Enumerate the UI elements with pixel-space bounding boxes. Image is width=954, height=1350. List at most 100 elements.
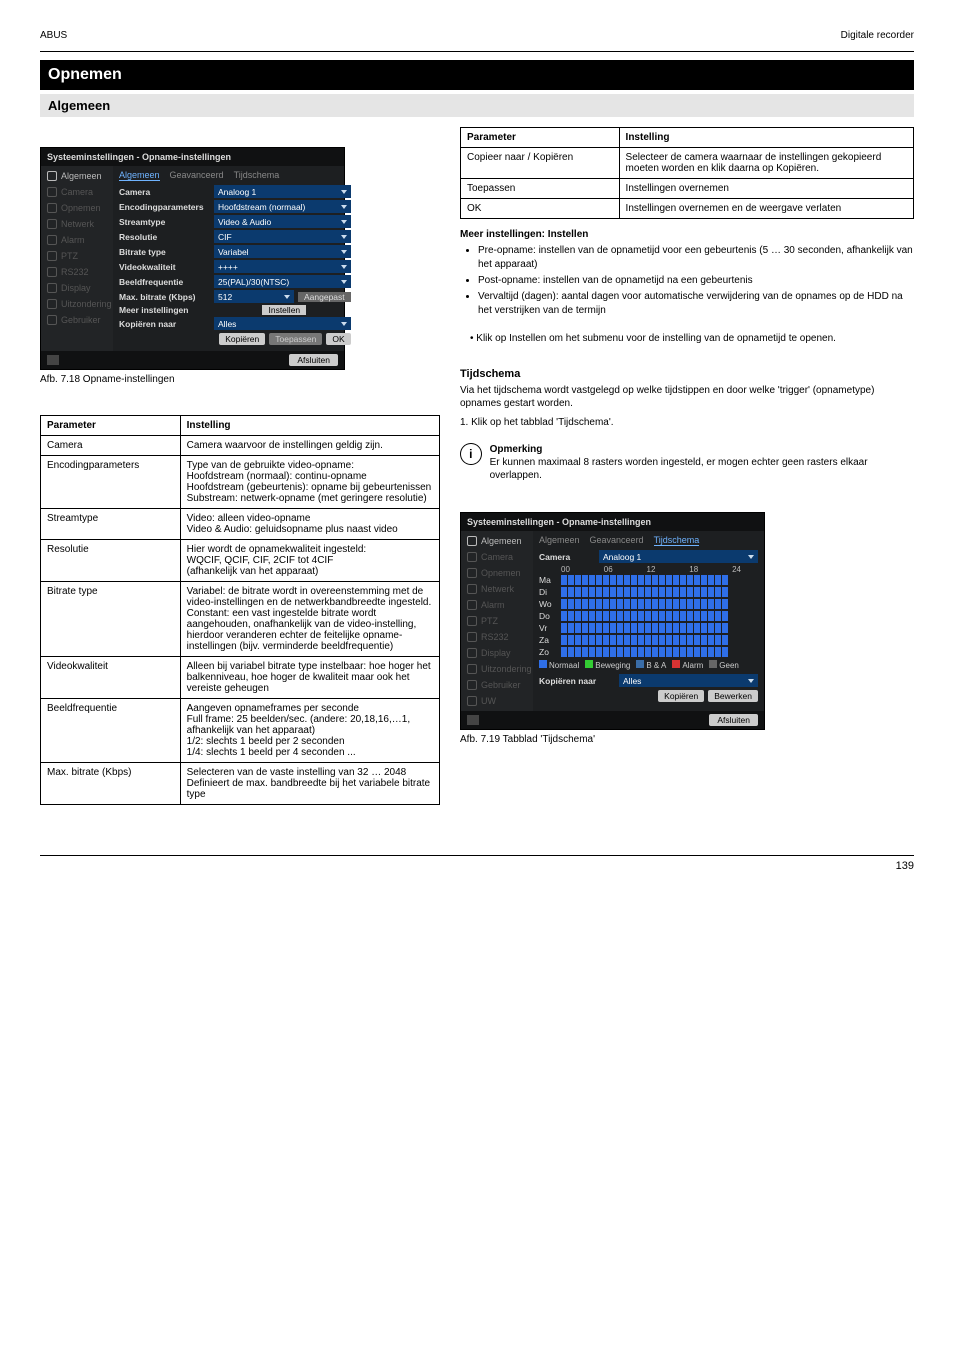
schedule-cell[interactable] <box>575 647 582 657</box>
schedule-cell[interactable] <box>694 611 701 621</box>
schedule-cell[interactable] <box>645 599 652 609</box>
schedule-cell[interactable] <box>673 575 680 585</box>
schedule-cell[interactable] <box>610 635 617 645</box>
schedule-cell[interactable] <box>617 575 624 585</box>
schedule-cell[interactable] <box>561 587 568 597</box>
schedule-cell[interactable] <box>645 611 652 621</box>
schedule-cell[interactable] <box>715 599 722 609</box>
schedule-cell[interactable] <box>708 647 715 657</box>
schedule-cell[interactable] <box>603 575 610 585</box>
schedule-cell[interactable] <box>617 623 624 633</box>
schedule-cell[interactable] <box>659 587 666 597</box>
apply-button[interactable]: Toepassen <box>269 333 322 345</box>
schedule-cell[interactable] <box>673 599 680 609</box>
schedule-cell[interactable] <box>610 623 617 633</box>
schedule-cell[interactable] <box>687 599 694 609</box>
schedule-grid[interactable]: MaDiWoDoVrZaZo <box>539 575 758 657</box>
select-streamtype[interactable]: Video & Audio <box>214 215 351 228</box>
schedule-cell[interactable] <box>666 647 673 657</box>
schedule-cell[interactable] <box>652 611 659 621</box>
schedule-cell[interactable] <box>631 611 638 621</box>
select-encoding[interactable]: Hoofdstream (normaal) <box>214 200 351 213</box>
schedule-cell[interactable] <box>610 599 617 609</box>
schedule-cell[interactable] <box>722 587 729 597</box>
sidebar-item[interactable]: Display <box>41 280 113 296</box>
schedule-cell[interactable] <box>589 575 596 585</box>
sidebar-item[interactable]: Opnemen <box>461 565 533 581</box>
schedule-cell[interactable] <box>582 623 589 633</box>
schedule-cell[interactable] <box>617 635 624 645</box>
tab-geavanceerd[interactable]: Geavanceerd <box>590 535 644 546</box>
schedule-cell[interactable] <box>659 575 666 585</box>
schedule-cell[interactable] <box>680 599 687 609</box>
sidebar-item[interactable]: Camera <box>461 549 533 565</box>
schedule-cell[interactable] <box>624 623 631 633</box>
schedule-cell[interactable] <box>680 611 687 621</box>
schedule-cell[interactable] <box>701 647 708 657</box>
schedule-cell[interactable] <box>659 635 666 645</box>
tab-algemeen[interactable]: Algemeen <box>119 170 160 181</box>
schedule-cell[interactable] <box>610 611 617 621</box>
schedule-cell[interactable] <box>631 575 638 585</box>
schedule-cell[interactable] <box>666 635 673 645</box>
schedule-cell[interactable] <box>638 635 645 645</box>
schedule-cell[interactable] <box>603 611 610 621</box>
schedule-cell[interactable] <box>610 575 617 585</box>
schedule-cell[interactable] <box>659 647 666 657</box>
schedule-cell[interactable] <box>582 611 589 621</box>
schedule-cell[interactable] <box>582 635 589 645</box>
schedule-cell[interactable] <box>631 647 638 657</box>
schedule-cell[interactable] <box>722 635 729 645</box>
schedule-cell[interactable] <box>596 647 603 657</box>
schedule-cell[interactable] <box>603 623 610 633</box>
tab-tijdschema[interactable]: Tijdschema <box>654 535 700 546</box>
schedule-cell[interactable] <box>673 587 680 597</box>
schedule-cell[interactable] <box>589 647 596 657</box>
schedule-cell[interactable] <box>687 647 694 657</box>
schedule-cell[interactable] <box>673 635 680 645</box>
sidebar-item[interactable]: RS232 <box>461 629 533 645</box>
select-camera[interactable]: Analoog 1 <box>214 185 351 198</box>
schedule-cell[interactable] <box>638 623 645 633</box>
schedule-cell[interactable] <box>568 635 575 645</box>
schedule-cell[interactable] <box>701 587 708 597</box>
schedule-cell[interactable] <box>582 647 589 657</box>
schedule-cell[interactable] <box>638 647 645 657</box>
schedule-cell[interactable] <box>596 575 603 585</box>
schedule-cell[interactable] <box>575 599 582 609</box>
tab-geavanceerd[interactable]: Geavanceerd <box>170 170 224 181</box>
schedule-cell[interactable] <box>568 611 575 621</box>
schedule-cell[interactable] <box>680 623 687 633</box>
schedule-cell[interactable] <box>680 635 687 645</box>
custom-button[interactable]: Aangepast <box>298 292 351 302</box>
sidebar-item[interactable]: PTZ <box>461 613 533 629</box>
sidebar-item[interactable]: Opnemen <box>41 200 113 216</box>
schedule-cell[interactable] <box>610 587 617 597</box>
schedule-cell[interactable] <box>624 587 631 597</box>
sidebar-item[interactable]: Uitzondering <box>461 661 533 677</box>
schedule-cell[interactable] <box>652 599 659 609</box>
sidebar-item[interactable]: Gebruiker <box>41 312 113 328</box>
schedule-cell[interactable] <box>589 635 596 645</box>
exit-button[interactable]: Afsluiten <box>709 714 758 726</box>
schedule-cell[interactable] <box>715 611 722 621</box>
schedule-cell[interactable] <box>694 647 701 657</box>
select-fps[interactable]: 25(PAL)/30(NTSC) <box>214 275 351 288</box>
schedule-cell[interactable] <box>617 611 624 621</box>
schedule-cell[interactable] <box>575 575 582 585</box>
sidebar-item[interactable]: Algemeen <box>461 533 533 549</box>
schedule-cell[interactable] <box>624 611 631 621</box>
schedule-cell[interactable] <box>715 587 722 597</box>
schedule-cell[interactable] <box>708 611 715 621</box>
schedule-cell[interactable] <box>631 623 638 633</box>
schedule-cell[interactable] <box>638 587 645 597</box>
schedule-cell[interactable] <box>645 587 652 597</box>
schedule-cell[interactable] <box>708 635 715 645</box>
schedule-cell[interactable] <box>589 611 596 621</box>
schedule-cell[interactable] <box>568 599 575 609</box>
schedule-cell[interactable] <box>680 587 687 597</box>
tab-tijdschema[interactable]: Tijdschema <box>234 170 280 181</box>
schedule-cell[interactable] <box>610 647 617 657</box>
schedule-cell[interactable] <box>673 611 680 621</box>
schedule-cell[interactable] <box>666 623 673 633</box>
